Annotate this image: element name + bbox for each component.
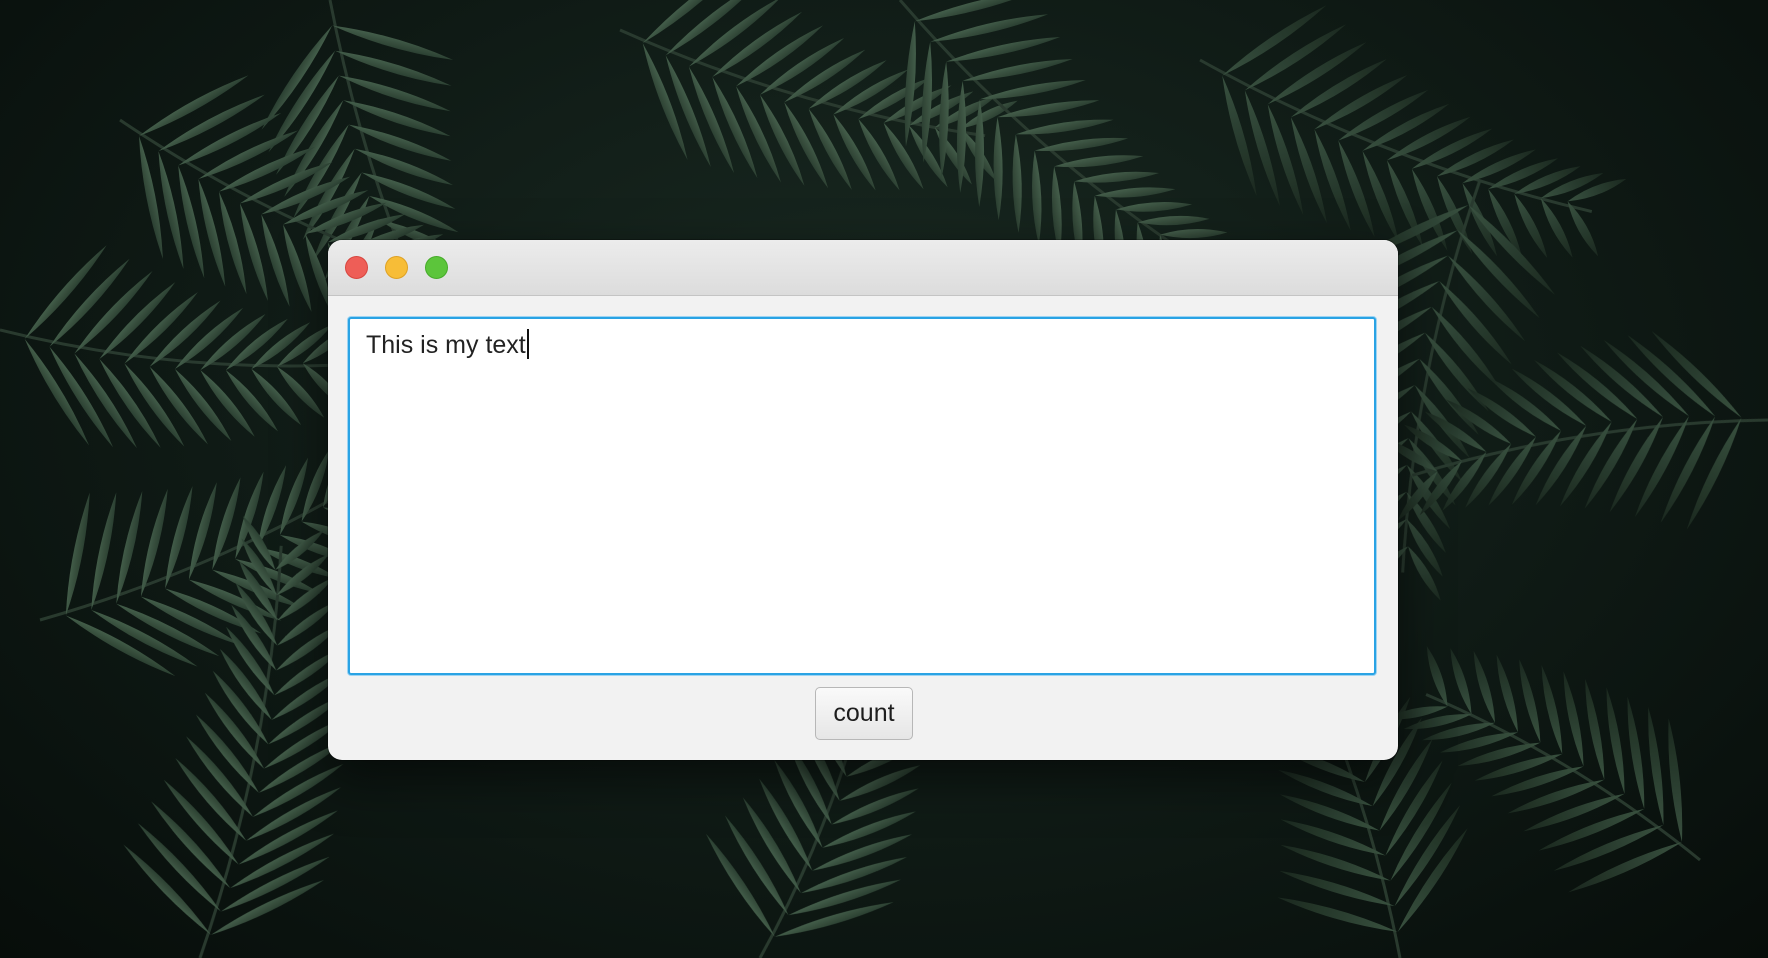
frond-leaflet (1411, 128, 1493, 169)
frond-leaflet (1362, 103, 1450, 151)
frond-leaflet (1362, 150, 1399, 243)
frond-leaflet (239, 203, 268, 301)
frond-leaflet (1651, 331, 1742, 418)
frond-leaflet (822, 811, 916, 848)
text-caret (526, 329, 529, 359)
frond-leaflet (1411, 168, 1448, 252)
frond-leaflet (1686, 417, 1742, 530)
frond-leaflet (1462, 149, 1536, 184)
minimize-window-button[interactable] (385, 256, 408, 279)
frond-leaflet (348, 124, 452, 161)
palm-frond (0, 245, 355, 449)
frond-leaflet (993, 117, 1003, 221)
frond-leaflet (1519, 659, 1541, 743)
frond-leaflet (251, 368, 302, 426)
frond-leaflet (839, 765, 921, 801)
frond-leaflet (1338, 140, 1375, 238)
frond-leaflet (831, 788, 919, 825)
frond-leaflet (1668, 718, 1683, 843)
frond-leaflet (1660, 416, 1716, 524)
frond-leaflet (1606, 687, 1625, 794)
frond-leaflet (1137, 215, 1210, 226)
frond-leaflet (198, 178, 226, 287)
count-button[interactable]: count (815, 687, 913, 740)
frond-leaflet (1032, 150, 1042, 245)
frond-leaflet (1538, 808, 1645, 851)
frond-leaflet (1496, 654, 1518, 733)
frond-leaflet (1012, 134, 1022, 233)
frond-leaflet (1034, 137, 1129, 152)
frond-leaflet (1648, 706, 1664, 825)
frond-leaflet (962, 58, 1073, 81)
title-bar[interactable] (328, 240, 1398, 296)
maximize-window-button[interactable] (425, 256, 448, 279)
frond-leaflet (219, 191, 247, 295)
frond-leaflet (225, 370, 278, 432)
frond-leaflet (1279, 794, 1380, 831)
frond-leaflet (1567, 178, 1627, 202)
frond-leaflet (1627, 696, 1645, 809)
text-input-area[interactable]: This is my text (348, 317, 1376, 675)
frond-leaflet (1563, 671, 1584, 767)
frond-leaflet (1540, 172, 1604, 199)
frond-leaflet (139, 135, 163, 259)
frond-leaflet (1541, 664, 1563, 755)
frond-leaflet (1160, 228, 1228, 239)
frond-leaflet (833, 114, 876, 191)
frond-leaflet (65, 492, 90, 616)
frond-leaflet (1054, 155, 1144, 168)
frond-leaflet (1277, 897, 1398, 932)
frond-leaflet (858, 119, 900, 191)
close-window-button[interactable] (345, 256, 368, 279)
frond-leaflet (178, 165, 205, 279)
frond-leaflet (1074, 171, 1160, 183)
frond-leaflet (283, 224, 312, 312)
frond-leaflet (158, 151, 184, 269)
frond-leaflet (1314, 129, 1351, 231)
frond-leaflet (277, 366, 325, 418)
desktop-background: This is my text count (0, 0, 1768, 958)
frond-leaflet (1473, 650, 1496, 723)
frond-leaflet (1424, 411, 1487, 452)
text-input-value: This is my text (366, 331, 526, 359)
frond-leaflet (332, 25, 454, 60)
palm-frond (1383, 331, 1768, 530)
frond-leaflet (91, 492, 117, 611)
frond-leaflet (1094, 187, 1176, 198)
frond-leaflet (261, 214, 290, 307)
app-window: This is my text count (328, 240, 1398, 760)
frond-leaflet (1436, 139, 1514, 177)
frond-leaflet (883, 122, 924, 190)
frond-leaflet (1568, 842, 1682, 893)
frond-leaflet (1015, 119, 1114, 135)
frond-leaflet (1386, 116, 1471, 161)
frond-leaflet (1585, 678, 1605, 780)
frond-leaflet (1553, 824, 1664, 871)
frond-leaflet (1523, 793, 1625, 832)
